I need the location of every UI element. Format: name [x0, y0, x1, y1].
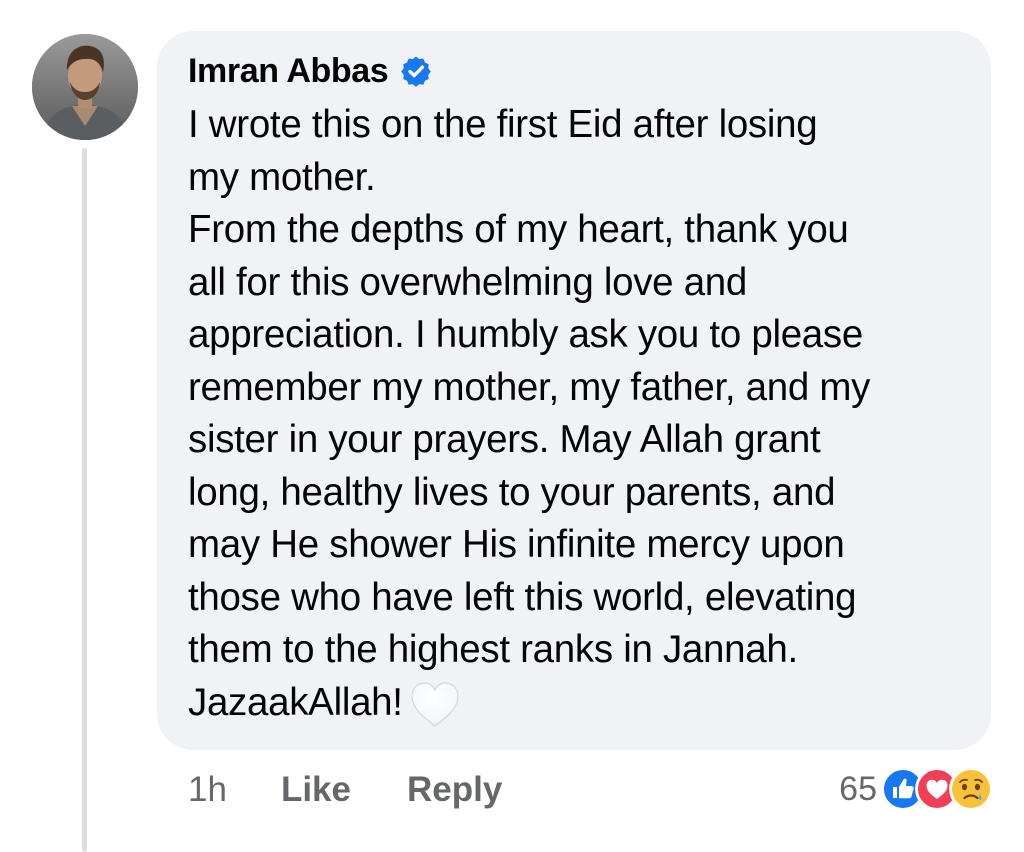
- reply-button[interactable]: Reply: [407, 770, 502, 810]
- author-name[interactable]: Imran Abbas: [188, 52, 389, 91]
- reaction-icons: [881, 767, 993, 811]
- reaction-count: 65: [839, 769, 877, 808]
- comment-line: From the depths of my heart, thank you: [188, 208, 849, 251]
- comment-line: long, healthy lives to your parents, and: [188, 470, 836, 514]
- comment-line: JazaakAllah!: [188, 680, 403, 724]
- comment-line: appreciation. I humbly ask you to please: [188, 313, 863, 356]
- comment-line: remember my mother, my father, and my: [188, 365, 871, 409]
- reactions-summary[interactable]: 65: [839, 764, 993, 814]
- timestamp[interactable]: 1h: [188, 770, 227, 810]
- white-heart-icon: [411, 681, 459, 727]
- comment-line: I wrote this on the first Eid after losi…: [188, 103, 818, 146]
- comment-line-last: JazaakAllah!: [188, 677, 961, 730]
- comment-text: I wrote this on the first Eid after losi…: [188, 99, 961, 729]
- sad-reaction-icon: [949, 767, 993, 811]
- like-button[interactable]: Like: [281, 770, 351, 810]
- comment-bubble: Imran Abbas I wrote this on the first Ei…: [157, 31, 991, 750]
- comment-line: may He shower His infinite mercy upon: [188, 523, 845, 566]
- thread-line: [82, 148, 87, 852]
- verified-badge-icon: [401, 56, 432, 87]
- comment-actions: 1h Like Reply: [188, 768, 502, 812]
- comment-line: my mother.: [188, 155, 376, 199]
- avatar[interactable]: [32, 34, 138, 140]
- comment-line: them to the highest ranks in Jannah.: [188, 628, 798, 671]
- comment-line: all for this overwhelming love and: [188, 260, 748, 304]
- author-row: Imran Abbas: [188, 51, 961, 91]
- comment-line: those who have left this world, elevatin…: [188, 575, 857, 619]
- comment-line: sister in your prayers. May Allah grant: [188, 418, 821, 461]
